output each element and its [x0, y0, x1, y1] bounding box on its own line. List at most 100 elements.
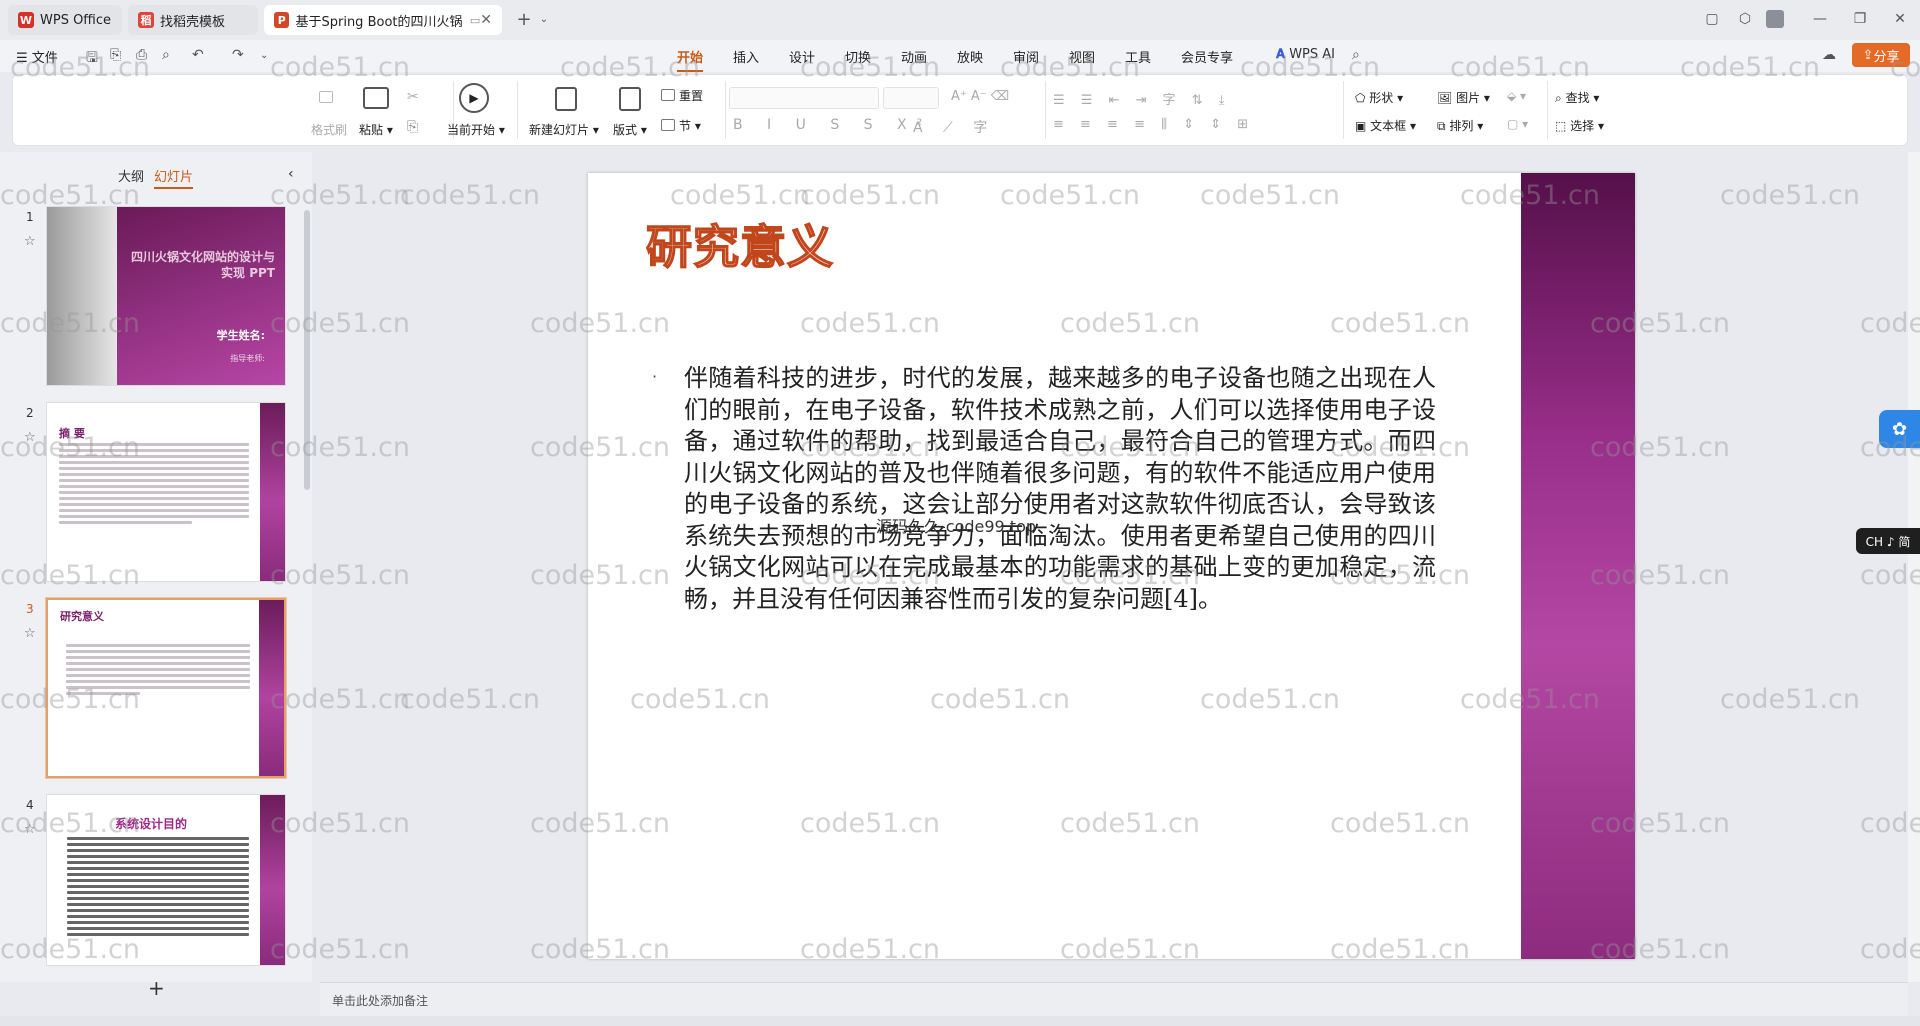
find-icon: ⌕ [1555, 91, 1562, 105]
docer-icon: 稻 [138, 12, 154, 28]
ai-assistant-button[interactable]: ✿ [1879, 410, 1920, 448]
copy-icon[interactable]: ⎘ [407, 119, 418, 135]
quick-access-chevron-icon[interactable]: ⌄ [260, 50, 268, 61]
slide-number: 4 [26, 798, 34, 812]
picture-button[interactable]: 🖼 图片 ▾ [1437, 89, 1490, 106]
tab-wps-office[interactable]: W WPS Office [8, 5, 122, 35]
tab-slides[interactable]: 幻灯片 [154, 166, 194, 189]
add-slide-button[interactable]: + [148, 976, 165, 1000]
menu-transition[interactable]: 切换 [845, 47, 871, 66]
format-painter-button[interactable]: 格式刷 [311, 121, 347, 138]
list-controls[interactable]: ☰ ☰ ⇤ ⇥ 字 ⇅ ⤓ [1053, 89, 1231, 108]
menu-insert[interactable]: 插入 [733, 47, 759, 66]
menu-slideshow[interactable]: 放映 [957, 47, 983, 66]
redo-icon[interactable]: ↷ [232, 47, 244, 63]
find-label: 查找 [1565, 91, 1590, 105]
star-icon[interactable]: ☆ [24, 626, 36, 641]
play-from-current-button[interactable]: 当前开始 ▾ [447, 121, 505, 138]
shape-label: 形状 [1369, 91, 1394, 105]
search-icon[interactable]: ⌕ [1352, 47, 1360, 63]
thumb-title: 四川火锅文化网站的设计与实现 PPT [130, 250, 275, 280]
panel-scrollbar[interactable] [304, 210, 310, 490]
shape-button[interactable]: ⬠ 形状 ▾ [1355, 89, 1403, 106]
menu-row: ☰ 文件 🖫 ⎘ ⎙ ⌕ ↶ ↷ ⌄ 开始 插入 设计 切换 动画 放映 审阅 … [0, 40, 1920, 72]
canvas-scrollbar[interactable] [1908, 152, 1920, 982]
fill-icon[interactable]: ⬙ ▾ [1507, 89, 1526, 103]
close-window-icon[interactable]: ✕ [1888, 8, 1912, 30]
new-slide-button[interactable]: 新建幻灯片 ▾ [529, 121, 599, 138]
avatar[interactable] [1766, 10, 1784, 28]
reset-button[interactable]: 重置 [679, 87, 703, 104]
file-menu[interactable]: ☰ 文件 [16, 47, 58, 66]
star-icon[interactable]: ☆ [24, 234, 36, 249]
print-preview-icon[interactable]: ⌕ [162, 47, 170, 63]
section-button[interactable]: 节 ▾ [679, 117, 701, 134]
menu-animation[interactable]: 动画 [901, 47, 927, 66]
arrange-label: 排列 [1449, 119, 1474, 133]
new-slide-label: 新建幻灯片 [529, 123, 590, 137]
menu-home[interactable]: 开始 [677, 47, 704, 72]
menu-review[interactable]: 审阅 [1013, 47, 1039, 66]
arrange-button[interactable]: ⧉ 排列 ▾ [1437, 117, 1483, 134]
status-bar [0, 1016, 1920, 1026]
menu-tools[interactable]: 工具 [1125, 47, 1151, 66]
find-button[interactable]: ⌕ 查找 ▾ [1555, 89, 1599, 106]
select-button[interactable]: ⬚ 选择 ▾ [1555, 117, 1604, 134]
undo-icon[interactable]: ↶ [192, 47, 204, 63]
current-slide[interactable]: 研究意义 · 伴随着科技的进步，时代的发展，越来越多的电子设备也随之出现在人们的… [588, 173, 1635, 959]
tab-document[interactable]: P 基于Spring Boot的四川火锅 ▭ ✕ [264, 5, 502, 35]
layout-icon [619, 87, 641, 111]
slide-thumbnail-4[interactable]: 系统设计目的 [46, 794, 286, 966]
font-size-select[interactable] [883, 87, 939, 109]
notes-placeholder: 单击此处添加备注 [332, 994, 429, 1008]
font-color-buttons[interactable]: A ⟋ 字 [913, 117, 995, 137]
export-icon[interactable]: ⎘ [110, 47, 121, 63]
textbox-button[interactable]: ▣ 文本框 ▾ [1355, 117, 1416, 134]
print-icon[interactable]: ⎙ [136, 47, 147, 63]
star-icon[interactable]: ☆ [24, 822, 36, 837]
font-size-controls-icon[interactable]: A⁺ A⁻ ⌫ [951, 89, 1009, 104]
cloud-upload-icon[interactable]: ☁ [1822, 47, 1836, 63]
collapse-panel-icon[interactable]: ‹ [288, 166, 294, 182]
minimize-icon[interactable]: — [1808, 8, 1832, 30]
slide-body-text[interactable]: 伴随着科技的进步，时代的发展，越来越多的电子设备也随之出现在人们的眼前，在电子设… [684, 363, 1436, 615]
text-style-buttons[interactable]: B I U S S X² [733, 117, 932, 133]
wps-ai-button[interactable]: 𝐀 WPS AI [1276, 47, 1335, 62]
paste-button[interactable]: 粘贴 ▾ [359, 121, 393, 138]
tab-docer[interactable]: 稻 找稻壳模板 [128, 5, 258, 35]
cut-icon[interactable]: ✂ [407, 89, 419, 105]
window-layout-icon[interactable]: ▢ [1700, 8, 1724, 30]
slide-thumbnail-2[interactable]: 摘 要 [46, 402, 286, 582]
tab-outline[interactable]: 大纲 [118, 166, 144, 185]
outline-icon[interactable]: ▢ ▾ [1507, 117, 1528, 131]
slide-thumbnail-3[interactable]: 研究意义 [46, 598, 286, 778]
slide-thumbnail-1[interactable]: 四川火锅文化网站的设计与实现 PPT 学生姓名: 指导老师: [46, 206, 286, 386]
paragraph-align-controls[interactable]: ≡ ≡ ≡ ≡ ⫼ ⇕ ⇕ ⊞ [1053, 117, 1254, 132]
menu-view[interactable]: 视图 [1069, 47, 1095, 66]
paste-icon [363, 87, 389, 109]
tab-label: 基于Spring Boot的四川火锅 [295, 14, 463, 30]
save-icon[interactable]: 🖫 [86, 47, 98, 71]
new-slide-icon [555, 87, 577, 111]
ai-assistant-icon: ✿ [1891, 418, 1908, 440]
slide-title[interactable]: 研究意义 [645, 211, 834, 277]
reset-icon [661, 89, 675, 101]
format-painter-icon [319, 91, 333, 103]
tab-list-chevron-icon[interactable]: ⌄ [532, 8, 556, 30]
layout-button[interactable]: 版式 ▾ [613, 121, 647, 138]
cube-icon[interactable]: ⬡ [1733, 8, 1757, 30]
file-menu-label: 文件 [31, 51, 58, 66]
layout-label: 版式 [613, 123, 638, 137]
select-icon: ⬚ [1555, 119, 1567, 133]
menu-design[interactable]: 设计 [789, 47, 815, 66]
ime-badge[interactable]: CH ♪ 简 [1856, 528, 1920, 554]
star-icon[interactable]: ☆ [24, 430, 36, 445]
menu-member[interactable]: 会员专享 [1181, 47, 1233, 66]
close-tab-icon[interactable]: ✕ [480, 12, 492, 28]
restore-icon[interactable]: ❐ [1848, 8, 1872, 30]
font-family-select[interactable] [729, 87, 879, 109]
share-button[interactable]: ⇪ 分享 [1852, 43, 1910, 67]
notes-pane[interactable]: 单击此处添加备注 [320, 982, 1908, 1016]
center-watermark: 源码久久-code99.top [876, 517, 1037, 536]
monitor-icon[interactable]: ▭ [470, 14, 480, 27]
